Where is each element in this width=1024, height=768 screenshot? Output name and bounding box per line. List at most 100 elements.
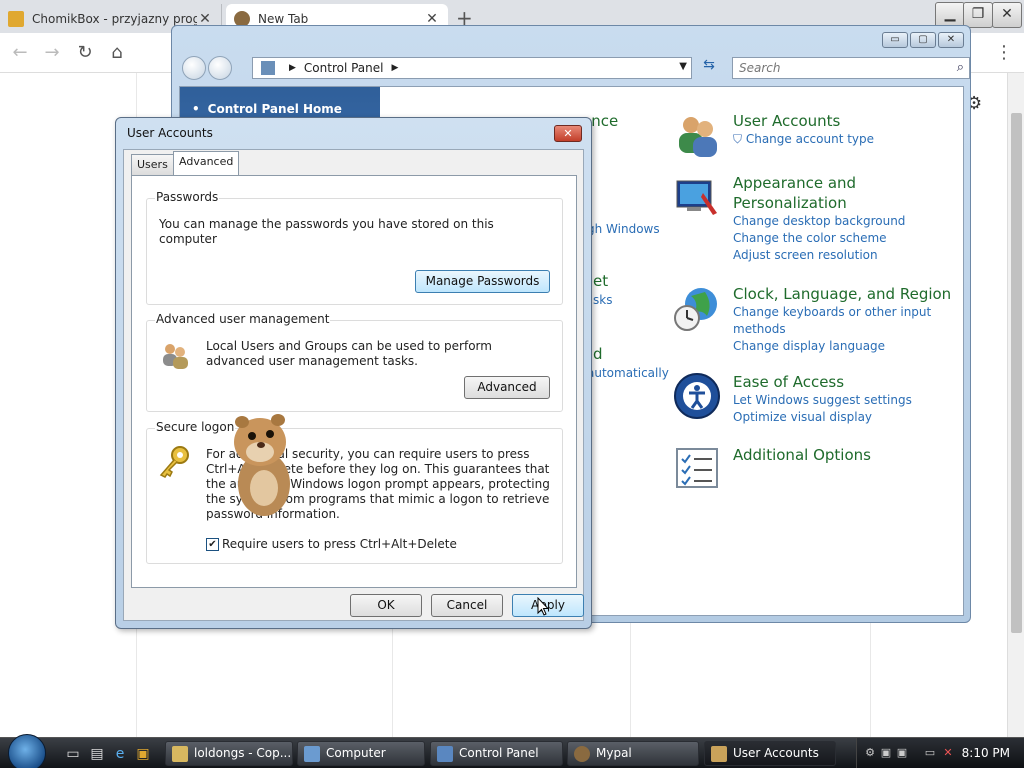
group-label: Advanced user management [155, 312, 331, 326]
category-link[interactable]: Optimize visual display [733, 409, 953, 426]
scrollbar-thumb[interactable] [1011, 113, 1022, 633]
taskbar-item-loldongs[interactable]: loldongs - Cop... [165, 741, 293, 766]
cp-address-field[interactable]: ▶ Control Panel ▶ ▼ [252, 57, 692, 79]
category-title[interactable]: Clock, Language, and Region [733, 284, 953, 304]
page-scrollbar[interactable] [1007, 73, 1024, 737]
tab-title: New Tab [258, 11, 309, 26]
partial-category-title[interactable]: et [593, 272, 608, 290]
computer-icon [304, 745, 320, 762]
address-dropdown-icon[interactable]: ▼ [679, 61, 687, 72]
search-icon[interactable]: ⌕ [957, 60, 964, 75]
home-icon[interactable]: ⌂ [105, 41, 129, 65]
tab-users[interactable]: Users [131, 154, 174, 175]
cp-close-button[interactable]: ✕ [938, 32, 964, 48]
search-placeholder: Search [739, 61, 781, 75]
forward-icon[interactable]: → [40, 41, 64, 65]
tray-network-icon[interactable]: ⚙ [863, 746, 877, 760]
taskbar-clock[interactable]: 8:10 PM [962, 746, 1010, 760]
tray-app-icon[interactable]: ▣ [895, 746, 909, 760]
start-button[interactable] [8, 734, 46, 768]
taskbar-label: Control Panel [459, 746, 539, 760]
show-desktop-icon[interactable]: ▭ [64, 745, 82, 763]
tray-volume-muted-icon[interactable]: ✕ [941, 746, 955, 760]
ease-of-access-icon [674, 373, 720, 419]
mypal-icon [574, 745, 590, 762]
category-title[interactable]: Ease of Access [733, 372, 953, 392]
advanced-button[interactable]: Advanced [464, 376, 550, 399]
folder-copy-icon [172, 745, 188, 762]
cp-search-input[interactable]: Search ⌕ [732, 57, 970, 79]
hamster-mascot-image [234, 414, 290, 516]
category-link[interactable]: Adjust screen resolution [733, 247, 953, 264]
reload-icon[interactable]: ↻ [73, 41, 97, 65]
chomikbox-quicklaunch-icon[interactable]: ▣ [134, 745, 152, 763]
mouse-cursor-icon [537, 597, 549, 616]
manage-passwords-button[interactable]: Manage Passwords [415, 270, 550, 293]
category-ease-of-access: Ease of Access Let Windows suggest setti… [674, 372, 953, 426]
browser-close-button[interactable]: ✕ [992, 2, 1022, 28]
link-text[interactable]: Change account type [746, 132, 874, 146]
cp-minimize-button[interactable]: ▭ [882, 32, 908, 48]
tray-monitor-icon[interactable]: ▭ [923, 746, 937, 760]
taskbar-label: loldongs - Cop... [194, 746, 292, 760]
category-link[interactable]: ⛉ Change account type [733, 131, 953, 148]
ok-button[interactable]: OK [350, 594, 422, 617]
taskbar-item-mypal[interactable]: Mypal [567, 741, 699, 766]
checklist-icon [676, 448, 718, 488]
user-accounts-icon [679, 117, 717, 157]
shield-icon: ⛉ [733, 132, 743, 146]
back-icon[interactable]: ← [8, 41, 32, 65]
checkbox-label[interactable]: Require users to press Ctrl+Alt+Delete [222, 537, 457, 552]
tray-app-icon[interactable]: ▣ [879, 746, 893, 760]
chomikbox-favicon-icon [8, 10, 24, 27]
cp-forward-button[interactable] [208, 56, 232, 80]
cp-back-button[interactable] [182, 56, 206, 80]
partial-link[interactable]: sks [593, 293, 612, 307]
category-title[interactable]: User Accounts [733, 111, 953, 131]
require-ctrl-alt-del-checkbox[interactable]: ✔ [206, 538, 219, 551]
breadcrumb-control-panel[interactable]: Control Panel [304, 61, 384, 75]
partial-category-title[interactable]: d [593, 345, 603, 363]
breadcrumb-separator-icon: ▶ [289, 63, 296, 73]
internet-explorer-icon[interactable]: e [111, 745, 129, 763]
dialog-content: Users Advanced Passwords You can manage … [123, 149, 584, 621]
partial-link[interactable]: automatically [587, 366, 669, 380]
category-clock-language: Clock, Language, and Region Change keybo… [674, 284, 953, 355]
users-group-icon [163, 344, 188, 369]
category-link[interactable]: Change desktop background [733, 213, 953, 230]
system-tray: ⚙ ▣ ▣ ▭ ✕ 8:10 PM [856, 738, 1024, 768]
cp-maximize-button[interactable]: ▢ [910, 32, 936, 48]
category-additional-options: Additional Options [676, 445, 953, 488]
switch-windows-icon[interactable]: ▤ [88, 745, 106, 763]
category-title[interactable]: Additional Options [733, 445, 953, 465]
group-label: Passwords [155, 190, 220, 204]
group-label: Secure logon [155, 420, 236, 434]
cp-refresh-icon[interactable]: ⇆ [698, 57, 720, 79]
category-link[interactable]: Let Windows suggest settings [733, 392, 953, 409]
advanced-mgmt-description: Local Users and Groups can be used to pe… [206, 339, 492, 368]
category-link[interactable]: Change display language [733, 338, 953, 355]
breadcrumb-separator-icon[interactable]: ▶ [392, 63, 399, 73]
menu-icon[interactable]: ⋮ [992, 41, 1016, 65]
secure-logon-group: Secure logon For additional security, yo… [146, 420, 563, 564]
category-link[interactable]: Change keyboards or other input methods [733, 304, 953, 338]
taskbar-item-control-panel[interactable]: Control Panel [430, 741, 563, 766]
taskbar-label: Computer [326, 746, 386, 760]
windows-taskbar: ▭ ▤ e ▣ loldongs - Cop... Computer Contr… [0, 734, 1024, 768]
advanced-user-management-group: Advanced user management Local Users and… [146, 312, 563, 412]
key-icon [159, 446, 189, 478]
browser-restore-button[interactable]: ❐ [963, 2, 993, 28]
dialog-close-button[interactable]: ✕ [554, 125, 582, 142]
taskbar-item-computer[interactable]: Computer [297, 741, 425, 766]
category-link[interactable]: Change the color scheme [733, 230, 953, 247]
sidebar-control-panel-home[interactable]: Control Panel Home [192, 102, 342, 116]
taskbar-item-user-accounts[interactable]: User Accounts [704, 741, 836, 766]
category-title[interactable]: Appearance and Personalization [733, 173, 953, 213]
taskbar-label: Mypal [596, 746, 632, 760]
cancel-button[interactable]: Cancel [431, 594, 503, 617]
category-user-accounts: User Accounts ⛉ Change account type [679, 111, 953, 157]
partial-link[interactable]: gh Windows [587, 222, 660, 236]
clock-globe-icon [674, 288, 717, 331]
tab-advanced[interactable]: Advanced [173, 151, 240, 175]
control-panel-icon [437, 745, 453, 762]
